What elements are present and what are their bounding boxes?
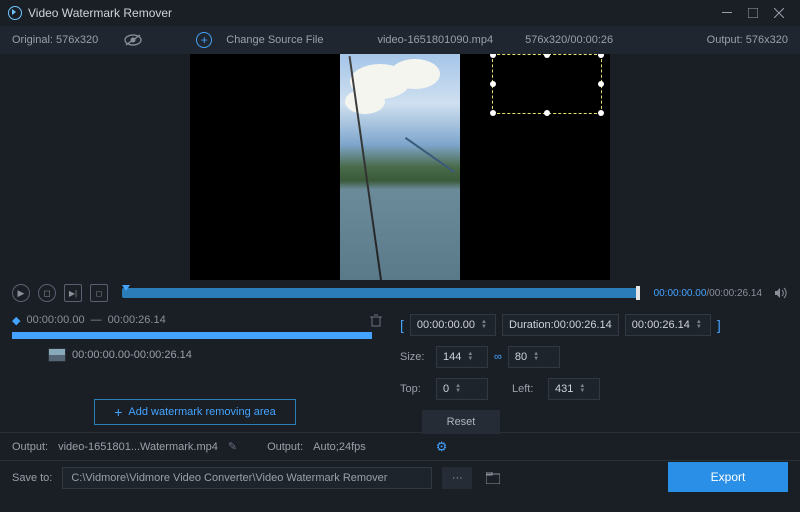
height-input[interactable]: 80▲▼: [508, 346, 560, 368]
maximize-button[interactable]: [740, 0, 766, 26]
handle-tr[interactable]: [598, 54, 604, 58]
reset-button[interactable]: Reset: [422, 410, 500, 434]
time-display: 00:00:00.00/00:00:26.14: [654, 288, 762, 299]
handle-ml[interactable]: [490, 81, 496, 87]
handle-tl[interactable]: [490, 54, 496, 58]
play-button[interactable]: ▶: [12, 284, 30, 302]
segment-end: 00:00:26.14: [108, 314, 166, 326]
handle-bl[interactable]: [490, 110, 496, 116]
top-label: Top:: [400, 383, 430, 395]
segment-bar[interactable]: [12, 332, 372, 339]
range-end-bracket-icon[interactable]: ]: [717, 317, 721, 333]
left-input[interactable]: 431▲▼: [548, 378, 600, 400]
stop-button[interactable]: ◻: [38, 284, 56, 302]
close-button[interactable]: [766, 0, 792, 26]
handle-bm[interactable]: [544, 110, 550, 116]
preview-toggle-icon[interactable]: [124, 34, 142, 46]
drop-icon: ◆: [12, 314, 20, 327]
source-filename: video-1651801090.mp4: [377, 34, 493, 46]
open-folder-icon[interactable]: [482, 467, 504, 489]
handle-mr[interactable]: [598, 81, 604, 87]
add-watermark-area-button[interactable]: +Add watermark removing area: [94, 399, 296, 425]
range-duration-input[interactable]: Duration:00:00:26.14: [502, 314, 619, 336]
change-source-button[interactable]: Change Source File: [226, 34, 323, 46]
output-dimension: Output: 576x320: [707, 34, 788, 46]
info-bar: Original: 576x320 + Change Source File v…: [0, 26, 800, 54]
timeline-scrubber[interactable]: [122, 288, 640, 298]
save-path-input[interactable]: C:\Vidmore\Vidmore Video Converter\Video…: [62, 467, 432, 489]
delete-segment-icon[interactable]: [370, 314, 382, 327]
source-dim-duration: 576x320/00:00:26: [525, 34, 613, 46]
segment-start: 00:00:00.00: [26, 314, 84, 326]
minimize-button[interactable]: [714, 0, 740, 26]
left-label: Left:: [512, 383, 542, 395]
segments-panel: ◆ 00:00:00.00 — 00:00:26.14 00:00:00.00-…: [12, 310, 382, 432]
browse-path-button[interactable]: ···: [442, 467, 472, 489]
step-fwd-button[interactable]: ▶|: [64, 284, 82, 302]
rename-output-icon[interactable]: ✎: [228, 440, 237, 453]
playback-controls: ▶ ◻ ▶| ◻ 00:00:00.00/00:00:26.14: [0, 280, 800, 306]
output-filename: video-1651801...Watermark.mp4: [58, 441, 218, 453]
video-canvas[interactable]: [190, 54, 610, 280]
output-file-label: Output:: [12, 441, 48, 453]
range-end-input[interactable]: 00:00:26.14▲▼: [625, 314, 711, 336]
handle-tm[interactable]: [544, 54, 550, 58]
output-settings-value: Auto;24fps: [313, 441, 366, 453]
export-button[interactable]: Export: [668, 462, 788, 492]
output-settings-icon[interactable]: ⚙: [436, 439, 448, 455]
properties-panel: [ 00:00:00.00▲▼ Duration:00:00:26.14 00:…: [400, 310, 788, 432]
segment-item[interactable]: 00:00:00.00-00:00:26.14: [12, 349, 382, 361]
output-row: Output: video-1651801...Watermark.mp4 ✎ …: [0, 432, 800, 460]
original-label: Original: 576x320: [12, 34, 98, 46]
titlebar: Video Watermark Remover: [0, 0, 800, 26]
range-start-input[interactable]: 00:00:00.00▲▼: [410, 314, 496, 336]
save-to-label: Save to:: [12, 472, 52, 484]
size-label: Size:: [400, 351, 430, 363]
width-input[interactable]: 144▲▼: [436, 346, 488, 368]
segment-thumb-icon: [48, 348, 66, 362]
watermark-selection[interactable]: [492, 54, 602, 114]
preview-area: [0, 54, 800, 280]
app-logo-icon: [8, 6, 22, 20]
aspect-lock-icon[interactable]: ∞: [494, 351, 502, 363]
handle-br[interactable]: [598, 110, 604, 116]
range-start-bracket-icon[interactable]: [: [400, 317, 404, 333]
snapshot-button[interactable]: ◻: [90, 284, 108, 302]
top-input[interactable]: 0▲▼: [436, 378, 488, 400]
change-source-icon[interactable]: +: [196, 32, 212, 48]
output-settings-label: Output:: [267, 441, 303, 453]
app-title: Video Watermark Remover: [28, 6, 714, 20]
volume-icon[interactable]: [774, 287, 788, 299]
